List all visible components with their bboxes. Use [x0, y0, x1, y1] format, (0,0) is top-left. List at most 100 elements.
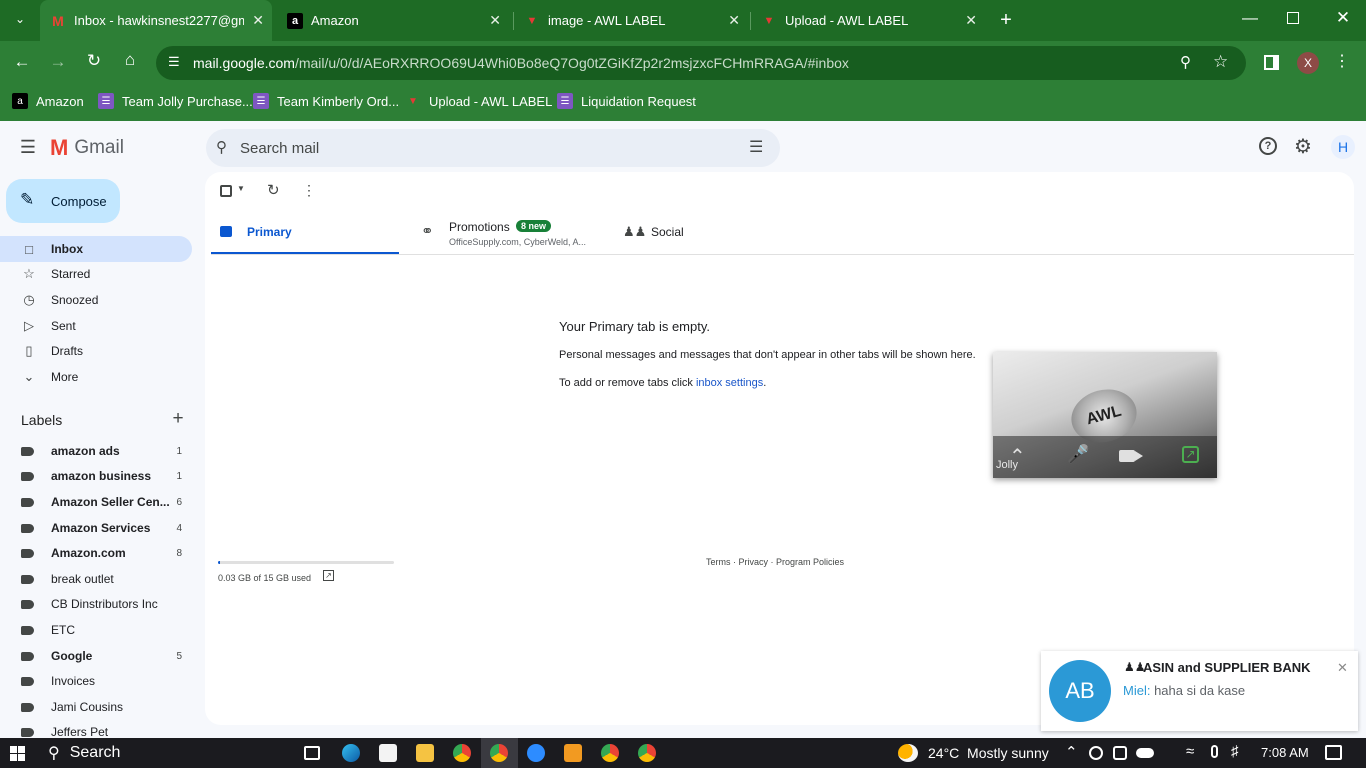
bookmark-team-kimberly[interactable]: ☰ Team Kimberly Ord... — [253, 93, 399, 109]
tray-app-icon[interactable] — [1089, 746, 1103, 760]
nav-inbox[interactable]: □ Inbox — [0, 236, 192, 262]
label-item[interactable]: ETC — [0, 618, 192, 642]
nav-sent[interactable]: ▷ Sent — [0, 313, 192, 339]
tab-amazon[interactable]: a Amazon ✕ — [277, 0, 509, 41]
weather-sun-icon[interactable] — [898, 744, 918, 762]
inbox-settings-link[interactable]: inbox settings — [696, 377, 763, 389]
address-bar[interactable]: ☰ mail.google.com/mail/u/0/d/AEoRXRROO69… — [156, 46, 1246, 80]
label-item[interactable]: amazon ads 1 — [0, 439, 192, 463]
bookmark-liquidation[interactable]: ☰ Liquidation Request — [557, 93, 696, 109]
chrome-icon[interactable] — [453, 744, 471, 762]
search-input[interactable]: Search mail — [240, 140, 319, 157]
gmail-logo[interactable]: M Gmail — [50, 135, 124, 161]
site-settings-icon[interactable]: ☰ — [168, 54, 180, 70]
tray-chevron-up-icon[interactable]: ⌃ — [1065, 743, 1078, 761]
label-item[interactable]: Amazon Seller Cen... 6 — [0, 490, 192, 514]
close-icon[interactable]: ✕ — [252, 12, 264, 29]
open-window-icon[interactable]: ↗ — [1182, 446, 1199, 463]
bookmark-amazon[interactable]: a Amazon — [12, 93, 84, 109]
menu-kebab-icon[interactable]: ⋮ — [1334, 51, 1350, 71]
speaker-icon[interactable]: ♯ — [1231, 743, 1239, 760]
label-item[interactable]: Invoices — [0, 669, 192, 693]
select-chevron-down-icon[interactable]: ▼ — [237, 184, 245, 193]
tray-meet-icon[interactable] — [1113, 746, 1127, 760]
settings-gear-icon[interactable]: ⚙ — [1293, 134, 1313, 159]
label-item[interactable]: Jami Cousins — [0, 695, 192, 719]
account-avatar[interactable]: H — [1331, 135, 1355, 159]
nav-more[interactable]: ⌄ More — [0, 364, 192, 390]
tab-primary[interactable]: Primary — [211, 209, 399, 255]
label-tag-icon — [21, 600, 34, 609]
close-icon[interactable]: ✕ — [489, 12, 501, 29]
edge-icon[interactable] — [342, 744, 360, 762]
video-call-pip-window[interactable]: AWL ⌃ 🎤 ↗ Jolly — [993, 352, 1217, 478]
privacy-link[interactable]: Privacy — [739, 557, 769, 567]
task-view-icon[interactable] — [304, 746, 320, 760]
nav-starred[interactable]: ☆ Starred — [0, 261, 192, 287]
label-item[interactable]: Google 5 — [0, 644, 192, 668]
windows-start-icon[interactable] — [10, 746, 25, 761]
label-item[interactable]: break outlet — [0, 567, 192, 591]
tab-image-awl-label[interactable]: ▼ image - AWL LABEL ✕ — [514, 0, 748, 41]
bookmark-label: Upload - AWL LABEL — [429, 93, 553, 109]
tab-upload-awl-label[interactable]: ▼ Upload - AWL LABEL ✕ — [751, 0, 985, 41]
profile-avatar[interactable]: X — [1297, 52, 1319, 74]
close-icon[interactable]: ✕ — [728, 12, 740, 29]
taskbar-search[interactable]: ⚲ Search — [48, 743, 120, 763]
open-external-icon[interactable]: ↗ — [323, 570, 334, 581]
tab-gmail-inbox[interactable]: M Inbox - hawkinsnest2277@gma ✕ — [40, 0, 272, 41]
bookmark-team-jolly[interactable]: ☰ Team Jolly Purchase... — [98, 93, 253, 109]
side-panel-icon[interactable] — [1264, 55, 1279, 70]
create-label-plus-icon[interactable]: + — [170, 408, 186, 430]
main-menu-hamburger-icon[interactable]: ☰ — [18, 137, 38, 158]
label-item[interactable]: Amazon Services 4 — [0, 516, 192, 540]
search-icon[interactable]: ⚲ — [216, 138, 227, 156]
compose-button[interactable]: ✎ Compose — [6, 179, 120, 223]
microphone-icon[interactable] — [1211, 745, 1218, 758]
weather-text[interactable]: 24°C Mostly sunny — [928, 745, 1049, 761]
close-icon[interactable]: ✕ — [965, 12, 977, 29]
label-item[interactable]: CB Dinstributors Inc — [0, 592, 192, 616]
nav-drafts[interactable]: ▯ Drafts — [0, 338, 192, 364]
forward-arrow-icon[interactable]: → — [46, 52, 70, 72]
clock-time[interactable]: 7:08 AM — [1261, 745, 1309, 760]
bookmark-star-icon[interactable]: ☆ — [1213, 52, 1228, 72]
reload-icon[interactable]: ↻ — [82, 51, 106, 71]
label-item[interactable]: amazon business 1 — [0, 464, 192, 488]
search-bar[interactable]: ⚲ Search mail ☰ — [206, 129, 780, 167]
store-icon[interactable] — [379, 744, 397, 762]
terms-link[interactable]: Terms — [706, 557, 731, 567]
search-options-icon[interactable]: ☰ — [749, 137, 763, 157]
chrome-icon[interactable] — [490, 744, 508, 762]
back-arrow-icon[interactable]: ← — [10, 52, 34, 72]
restore-icon[interactable] — [1287, 12, 1299, 24]
select-all-checkbox[interactable] — [220, 185, 232, 197]
wifi-icon[interactable]: ≈ — [1186, 743, 1194, 760]
chrome-icon[interactable] — [638, 744, 656, 762]
minimize-icon[interactable]: — — [1240, 10, 1260, 28]
chat-notification[interactable]: AB ♟♟ ASIN and SUPPLIER BANK ✕ Miel: hah… — [1041, 651, 1358, 731]
new-tab-plus-icon[interactable]: + — [992, 8, 1020, 32]
onedrive-cloud-icon[interactable] — [1136, 748, 1154, 758]
file-explorer-icon[interactable] — [416, 744, 434, 762]
more-actions-kebab-icon[interactable]: ⋮ — [302, 182, 316, 199]
notification-close-icon[interactable]: ✕ — [1337, 660, 1348, 676]
nav-snoozed[interactable]: ◷ Snoozed — [0, 287, 192, 313]
program-policies-link[interactable]: Program Policies — [776, 557, 844, 567]
video-camera-icon[interactable] — [1119, 450, 1135, 462]
refresh-icon[interactable]: ↻ — [267, 181, 280, 199]
zoom-search-icon[interactable]: ⚲ — [1180, 53, 1191, 71]
tab-promotions[interactable]: ⚭ Promotions 8 new OfficeSupply.com, Cyb… — [415, 209, 615, 255]
bookmark-upload-awl[interactable]: ▼ Upload - AWL LABEL — [405, 93, 552, 109]
zoom-app-icon[interactable] — [527, 744, 545, 762]
window-close-icon[interactable]: ✕ — [1333, 8, 1353, 28]
home-icon[interactable]: ⌂ — [118, 50, 142, 70]
label-item[interactable]: Amazon.com 8 — [0, 541, 192, 565]
tab-search-chevron-icon[interactable]: ⌄ — [10, 12, 30, 30]
chrome-icon[interactable] — [601, 744, 619, 762]
tab-social[interactable]: ♟♟ Social — [615, 209, 803, 255]
notification-center-icon[interactable] — [1325, 745, 1342, 760]
telegram-icon[interactable] — [564, 744, 582, 762]
support-help-icon[interactable]: ? — [1259, 137, 1277, 155]
microphone-muted-icon[interactable]: 🎤 — [1067, 444, 1089, 465]
